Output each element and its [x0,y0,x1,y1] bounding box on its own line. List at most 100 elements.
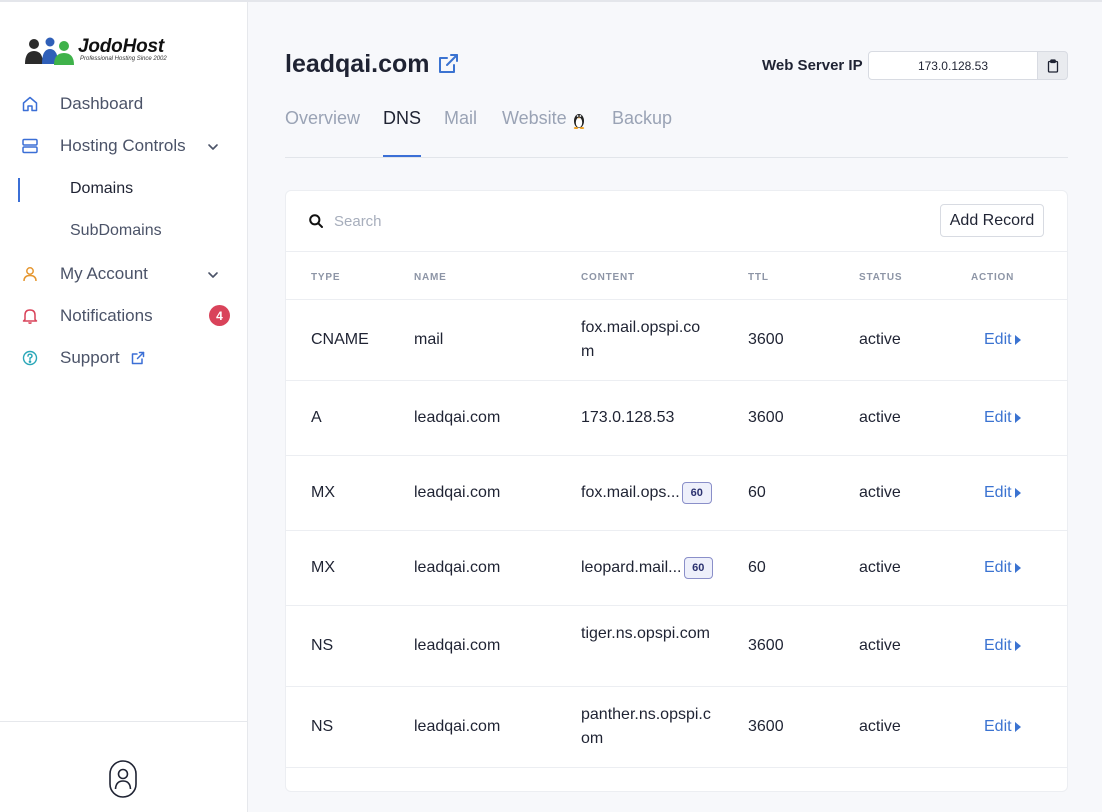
column-header-status: STATUS [859,272,903,283]
caret-right-icon [1014,488,1021,498]
sidebar-item-notifications[interactable]: Notifications 4 [0,296,247,336]
sidebar-item-label: Hosting Controls [60,136,186,155]
record-ttl: 60 [748,559,766,576]
edit-label: Edit [984,637,1012,654]
caret-right-icon [1014,335,1021,345]
record-type: CNAME [311,331,369,348]
edit-record-link[interactable]: Edit [984,381,1021,455]
edit-label: Edit [984,559,1012,576]
record-ttl: 3600 [748,331,784,348]
external-link-icon[interactable] [436,52,460,76]
tab-website[interactable]: Website [502,108,567,157]
caret-right-icon [1014,563,1021,573]
notification-count-badge: 4 [209,305,230,326]
column-header-ttl: TTL [748,272,769,283]
table-header: TYPE NAME CONTENT TTL STATUS ACTION [286,251,1067,300]
brand-logo[interactable]: JodoHost Professional Hosting Since 2002 [24,34,184,68]
record-type: A [311,409,322,426]
record-ttl: 3600 [748,409,784,426]
record-content: panther.ns.opspi.com [581,706,711,747]
server-icon [22,138,38,154]
sidebar-subitem-domains[interactable]: Domains [0,171,247,207]
record-ttl: 60 [748,484,766,501]
table-row: MX leadqai.com leopard.mail... 60 60 act… [286,531,1067,606]
table-row: NS leadqai.com panther.ns.opspi.com 3600… [286,687,1067,768]
record-status: active [859,718,901,735]
tab-overview[interactable]: Overview [285,108,360,157]
record-status: active [859,331,901,348]
record-status: active [859,484,901,501]
sidebar-item-label: Support [60,348,120,367]
column-header-type: TYPE [311,272,341,283]
record-name: leadqai.com [414,409,501,426]
edit-record-link[interactable]: Edit [984,300,1021,380]
column-header-name: NAME [414,272,447,283]
home-icon [22,96,38,112]
help-circle-icon [22,350,38,366]
table-row: CNAME mail fox.mail.opspi.com 3600 activ… [286,300,1067,381]
record-status: active [859,637,901,654]
table-row: NS leadqai.com tiger.ns.opspi.com 3600 a… [286,606,1067,687]
web-server-ip-field[interactable]: 173.0.128.53 [868,51,1038,80]
table-row: A leadqai.com 173.0.128.53 3600 active E… [286,381,1067,456]
record-status: active [859,559,901,576]
active-indicator [18,178,20,202]
sidebar-item-label: Notifications [60,306,153,325]
record-content: fox.mail.ops... [581,484,680,501]
bell-icon [22,309,38,324]
edit-record-link[interactable]: Edit [984,687,1021,767]
search-input[interactable] [334,207,894,235]
edit-record-link[interactable]: Edit [984,531,1021,605]
profile-avatar-icon[interactable] [109,760,137,798]
record-ttl: 3600 [748,637,784,654]
record-type: MX [311,484,335,501]
caret-right-icon [1014,722,1021,732]
record-name: leadqai.com [414,484,501,501]
user-icon [23,267,37,282]
tab-dns[interactable]: DNS [383,108,422,157]
dns-records-table: TYPE NAME CONTENT TTL STATUS ACTION CNAM… [286,251,1067,768]
edit-record-link[interactable]: Edit [984,606,1021,686]
sidebar-item-label: My Account [60,264,148,283]
record-content: fox.mail.opspi.com [581,319,701,360]
clipboard-icon [1047,58,1058,73]
tab-mail[interactable]: Mail [444,108,477,157]
record-content-cell: leopard.mail... 60 [581,531,713,605]
edit-record-link[interactable]: Edit [984,456,1021,530]
sidebar-subitem-subdomains[interactable]: SubDomains [0,213,247,249]
priority-badge: 60 [681,482,712,504]
chevron-down-icon [208,144,218,150]
sidebar-subitem-label: SubDomains [70,222,162,239]
edit-label: Edit [984,718,1012,735]
search-icon [309,214,323,228]
record-content: leopard.mail... [581,559,682,576]
caret-right-icon [1014,413,1021,423]
sidebar-item-dashboard[interactable]: Dashboard [0,84,247,124]
edit-label: Edit [984,484,1012,501]
record-ttl: 3600 [748,718,784,735]
copy-ip-button[interactable] [1037,51,1068,80]
edit-label: Edit [984,331,1012,348]
page-title: leadqai.com [285,50,430,78]
record-type: NS [311,637,334,654]
sidebar-subitem-label: Domains [70,180,134,197]
record-type: MX [311,559,335,576]
people-logo-icon [25,37,74,65]
brand-name: JodoHost [78,36,165,57]
sidebar-item-support[interactable]: Support [0,338,247,378]
record-name: leadqai.com [414,637,501,654]
brand-tagline: Professional Hosting Since 2002 [80,56,167,62]
priority-badge: 60 [683,557,713,579]
linux-penguin-icon [573,114,585,129]
sidebar-item-hosting-controls[interactable]: Hosting Controls [0,126,247,166]
record-type: NS [311,718,334,735]
tab-backup[interactable]: Backup [612,108,672,157]
record-content-cell: fox.mail.ops... 60 [581,456,713,530]
dns-records-card: Add Record TYPE NAME CONTENT TTL STATUS … [285,190,1068,792]
column-header-action: ACTION [971,272,1015,283]
add-record-button[interactable]: Add Record [940,204,1044,237]
sidebar-item-my-account[interactable]: My Account [0,254,247,294]
caret-right-icon [1014,641,1021,651]
column-header-content: CONTENT [581,272,635,283]
sidebar-item-label: Dashboard [60,94,144,113]
